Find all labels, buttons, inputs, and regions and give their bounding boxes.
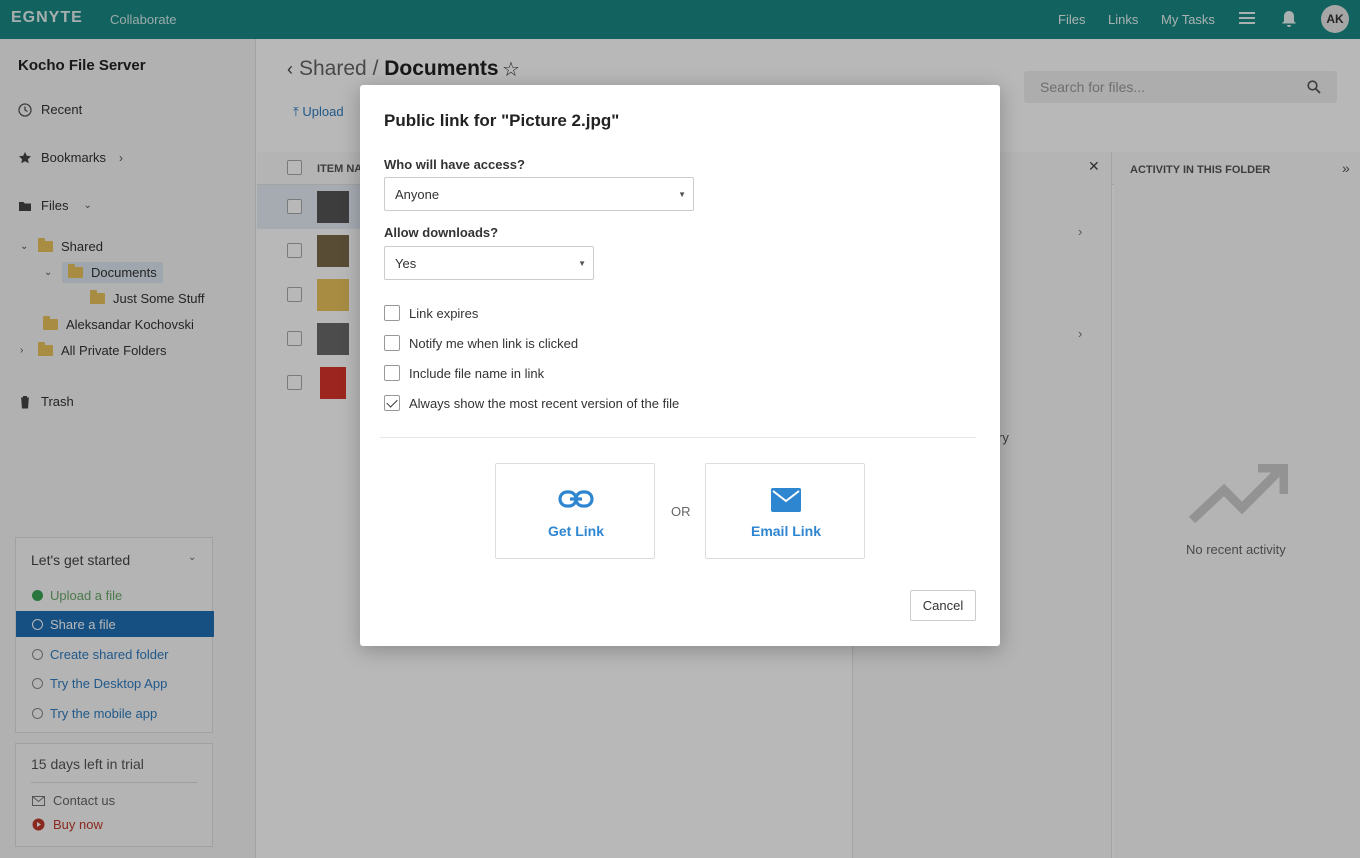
get-link-button[interactable]: Get Link bbox=[495, 463, 655, 559]
link-expires-checkbox[interactable] bbox=[384, 305, 400, 321]
email-link-button[interactable]: Email Link bbox=[705, 463, 865, 559]
include-filename-checkbox[interactable] bbox=[384, 365, 400, 381]
public-link-dialog: Public link for "Picture 2.jpg" Who will… bbox=[360, 85, 1000, 646]
divider bbox=[380, 437, 976, 438]
option-label: Link expires bbox=[409, 305, 479, 321]
notify-checkbox[interactable] bbox=[384, 335, 400, 351]
cancel-button[interactable]: Cancel bbox=[910, 590, 976, 621]
recent-version-checkbox[interactable] bbox=[384, 395, 400, 411]
option-recent-version[interactable]: Always show the most recent version of t… bbox=[384, 395, 679, 411]
downloads-label: Allow downloads? bbox=[384, 225, 499, 240]
caret-down-icon: ▼ bbox=[578, 259, 586, 268]
or-separator: OR bbox=[671, 504, 691, 519]
get-link-label: Get Link bbox=[547, 523, 604, 539]
downloads-select[interactable]: Yes ▼ bbox=[384, 246, 594, 280]
envelope-icon bbox=[771, 488, 801, 512]
option-link-expires[interactable]: Link expires bbox=[384, 305, 478, 321]
access-label: Who will have access? bbox=[384, 157, 525, 172]
caret-down-icon: ▼ bbox=[678, 190, 686, 199]
access-select[interactable]: Anyone ▼ bbox=[384, 177, 694, 211]
dialog-title: Public link for "Picture 2.jpg" bbox=[384, 111, 620, 130]
option-label: Always show the most recent version of t… bbox=[409, 395, 680, 411]
email-link-label: Email Link bbox=[750, 523, 822, 539]
option-include-filename[interactable]: Include file name in link bbox=[384, 365, 544, 381]
link-icon bbox=[558, 490, 594, 508]
option-notify[interactable]: Notify me when link is clicked bbox=[384, 335, 578, 351]
downloads-value: Yes bbox=[395, 256, 417, 271]
access-value: Anyone bbox=[395, 187, 440, 202]
option-label: Include file name in link bbox=[409, 365, 545, 381]
option-label: Notify me when link is clicked bbox=[409, 335, 579, 351]
